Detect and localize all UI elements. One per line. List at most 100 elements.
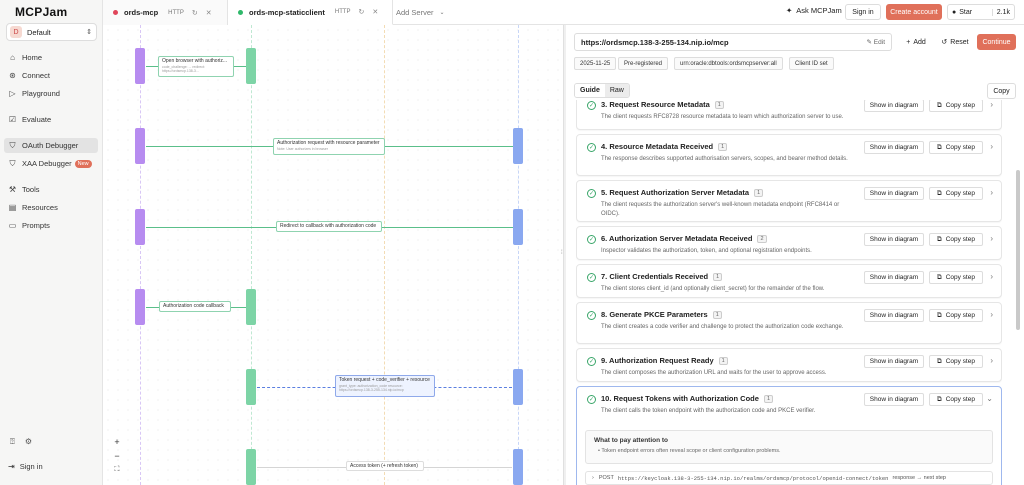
sidebar-sign-in[interactable]: ⇥ Sign in: [8, 462, 43, 471]
message-detail: Note: User authorizes in browser: [277, 146, 328, 151]
request-row[interactable]: › POST https://keycloak.138-3-255-134.ni…: [585, 471, 993, 485]
message-authorization-request[interactable]: Authorization request with resource para…: [273, 138, 385, 155]
add-button[interactable]: + Add: [900, 34, 932, 50]
step-card[interactable]: ✓ 6. Authorization Server Metadata Recei…: [576, 226, 1002, 260]
sidebar-item-evaluate[interactable]: ☑ Evaluate: [4, 112, 98, 127]
zoom-in-button[interactable]: +: [111, 436, 123, 448]
panel-scrollbar[interactable]: [1016, 170, 1020, 330]
message-authorization-code-callback[interactable]: Authorization code callback: [159, 301, 231, 312]
edit-button[interactable]: ✎ Edit: [867, 38, 885, 46]
request-method: POST: [598, 475, 614, 481]
message-label: Access token (+ refresh token): [350, 463, 418, 469]
grip-icon[interactable]: ⁞: [561, 250, 563, 256]
refresh-icon[interactable]: ↻: [192, 9, 198, 17]
sidebar-item-home[interactable]: ⌂ Home: [4, 50, 98, 65]
copy-step-button[interactable]: ⧉ Copy step: [929, 309, 983, 322]
tab-ords-mcp[interactable]: ords-mcp HTTP ↻ ✕: [103, 0, 228, 25]
step-card[interactable]: ✓ 4. Resource Metadata Received 1 The res…: [576, 134, 1002, 176]
create-account-button[interactable]: Create account: [886, 4, 942, 20]
show-in-diagram-button[interactable]: Show in diagram: [864, 141, 924, 154]
step-card[interactable]: ✓ 9. Authorization Request Ready 1 The cl…: [576, 348, 1002, 382]
activation-user: [135, 128, 145, 164]
close-icon[interactable]: ✕: [372, 8, 378, 16]
fit-view-button[interactable]: ⛶: [111, 464, 123, 476]
chevron-right-icon[interactable]: ›: [990, 234, 993, 243]
canvas-grid: [103, 25, 563, 485]
workspace-selector[interactable]: D Default ⇕: [6, 23, 97, 41]
sidebar-item-prompts[interactable]: ▭ Prompts: [4, 218, 98, 233]
tab-ords-mcp-staticclient[interactable]: ords-mcp-staticclient HTTP ↻ ✕: [228, 0, 393, 25]
gear-icon[interactable]: ⚙: [25, 437, 32, 447]
message-access-token[interactable]: Access token (+ refresh token): [346, 461, 424, 471]
chevron-right-icon[interactable]: ›: [990, 356, 993, 365]
server-tab-bar: ords-mcp HTTP ↻ ✕ ords-mcp-staticclient …: [103, 0, 1024, 25]
sidebar-item-label: XAA Debugger: [22, 159, 72, 168]
step-title-text: 5. Request Authorization Server Metadata: [601, 188, 750, 197]
chevron-right-icon[interactable]: ›: [990, 310, 993, 319]
chevron-down-icon[interactable]: ⌄: [986, 394, 993, 403]
continue-button[interactable]: Continue: [977, 34, 1016, 50]
add-label: Add: [913, 38, 926, 46]
show-in-diagram-button[interactable]: Show in diagram: [864, 309, 924, 322]
message-token-request[interactable]: Token request + code_verifier + resource…: [335, 375, 435, 397]
copy-step-button[interactable]: ⧉ Copy step: [929, 100, 983, 112]
sidebar-item-tools[interactable]: ⚒ Tools: [4, 182, 98, 197]
chevron-right-icon[interactable]: ›: [990, 188, 993, 197]
copy-step-button[interactable]: ⧉ Copy step: [929, 355, 983, 368]
add-server-tab[interactable]: Add Server ⌄: [396, 0, 445, 25]
copy-step-button[interactable]: ⧉ Copy step: [929, 141, 983, 154]
logo: MCPJam: [15, 5, 68, 19]
ask-mcpjam-button[interactable]: ✦ Ask MCPJam: [786, 6, 842, 15]
copy-step-button[interactable]: ⧉ Copy step: [929, 187, 983, 200]
copy-step-label: Copy step: [945, 144, 975, 151]
step-card[interactable]: ✓ 8. Generate PKCE Parameters 1 The clien…: [576, 302, 1002, 344]
check-circle-icon: ✓: [587, 189, 596, 198]
message-detail: grant_type: authorization_code resource:…: [339, 383, 404, 393]
sidebar-item-oauth-debugger[interactable]: ⛉ OAuth Debugger: [4, 138, 98, 153]
step-card-expanded[interactable]: ✓ 10. Request Tokens with Authorization …: [576, 386, 1002, 485]
sequence-diagram-canvas[interactable]: Open browser with authoriz... code_chall…: [103, 25, 563, 485]
plus-icon: +: [906, 38, 911, 46]
chevron-right-icon[interactable]: ›: [990, 100, 993, 109]
sidebar-item-playground[interactable]: ▷ Playground: [4, 86, 98, 101]
zoom-out-button[interactable]: −: [111, 450, 123, 462]
step-card[interactable]: ✓ 5. Request Authorization Server Metada…: [576, 180, 1002, 222]
show-in-diagram-button[interactable]: Show in diagram: [864, 271, 924, 284]
copy-icon: ⧉: [937, 235, 942, 243]
show-in-diagram-button[interactable]: Show in diagram: [864, 187, 924, 200]
github-star-button[interactable]: ● Star 2.1k: [947, 4, 1015, 20]
message-open-browser[interactable]: Open browser with authoriz... code_chall…: [158, 56, 234, 77]
show-in-diagram-button[interactable]: Show in diagram: [864, 355, 924, 368]
sidebar-item-xaa-debugger[interactable]: ⛉ XAA Debugger New: [4, 156, 98, 171]
show-in-diagram-button[interactable]: Show in diagram: [864, 393, 924, 406]
chevron-right-icon[interactable]: ›: [990, 142, 993, 151]
refresh-icon[interactable]: ↻: [359, 8, 365, 16]
message-label: Authorization code callback: [163, 303, 224, 309]
tab-guide[interactable]: Guide: [575, 84, 605, 97]
copy-step-button[interactable]: ⧉ Copy step: [929, 233, 983, 246]
step-title: 7. Client Credentials Received 1: [601, 272, 723, 281]
check-square-icon: ☑: [8, 115, 17, 124]
help-icon[interactable]: ⍰: [10, 437, 15, 447]
step-card[interactable]: ✓ 7. Client Credentials Received 1 The cl…: [576, 264, 1002, 298]
copy-icon: ⧉: [937, 143, 942, 151]
check-circle-icon: ✓: [587, 395, 596, 404]
copy-step-button[interactable]: ⧉ Copy step: [929, 393, 983, 406]
sidebar-item-resources[interactable]: ▤ Resources: [4, 200, 98, 215]
show-in-diagram-button[interactable]: Show in diagram: [864, 100, 924, 112]
copy-step-button[interactable]: ⧉ Copy step: [929, 271, 983, 284]
chevron-right-icon[interactable]: ›: [990, 272, 993, 281]
copy-button[interactable]: Copy: [987, 83, 1016, 99]
close-icon[interactable]: ✕: [206, 9, 212, 17]
sign-in-button[interactable]: Sign in: [845, 4, 881, 20]
step-count-badge: 1: [718, 142, 728, 151]
reset-label: Reset: [950, 38, 969, 46]
tab-raw[interactable]: Raw: [604, 84, 629, 97]
reset-button[interactable]: ↺ Reset: [937, 34, 973, 50]
server-url-field[interactable]: https://ordsmcp.138-3-255-134.nip.io/mcp…: [574, 33, 892, 51]
sign-in-label: Sign in: [19, 462, 43, 471]
sidebar-item-connect[interactable]: ⊛ Connect: [4, 68, 98, 83]
message-redirect-callback[interactable]: Redirect to callback with authorization …: [276, 221, 382, 232]
step-card[interactable]: ✓ 3. Request Resource Metadata 1 The clie…: [576, 100, 1002, 130]
show-in-diagram-button[interactable]: Show in diagram: [864, 233, 924, 246]
